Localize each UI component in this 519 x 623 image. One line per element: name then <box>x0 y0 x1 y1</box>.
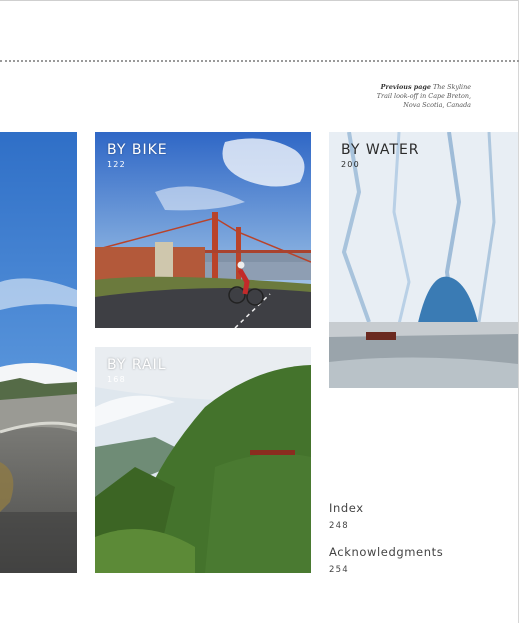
caption-text-2: Trail look-off in Cape Breton, <box>376 92 471 100</box>
caption-text-1: The Skyline <box>430 83 471 91</box>
toc-title: Acknowledgments <box>329 545 444 559</box>
toc-entry-acknowledgments[interactable]: Acknowledgments 254 <box>329 545 443 575</box>
section-page: 200 <box>341 160 360 169</box>
photo-caption: Previous page The Skyline Trail look-off… <box>341 83 471 110</box>
toc-entry-index[interactable]: Index 248 <box>329 501 364 531</box>
water-photo[interactable]: BY WATER 200 <box>329 132 518 388</box>
toc-page: 254 <box>329 565 349 575</box>
road-photo[interactable] <box>0 132 77 573</box>
section-title: BY BIKE <box>107 142 168 158</box>
section-title: BY RAIL <box>107 357 167 373</box>
toc-title: Index <box>329 501 364 515</box>
section-page: 168 <box>107 375 126 384</box>
section-label-water: BY WATER 200 <box>341 142 420 169</box>
rail-photo[interactable]: BY RAIL 168 <box>95 347 311 573</box>
section-label-bike: BY BIKE 122 <box>107 142 168 169</box>
caption-text-3: Nova Scotia, Canada <box>403 101 471 109</box>
bike-photo[interactable]: BY BIKE 122 <box>95 132 311 328</box>
section-title: BY WATER <box>341 142 420 158</box>
section-label-rail: BY RAIL 168 <box>107 357 167 384</box>
page-top-border <box>0 0 519 1</box>
section-page: 122 <box>107 160 126 169</box>
caption-lead: Previous page <box>380 83 431 91</box>
dotted-divider <box>0 60 519 62</box>
toc-page: 248 <box>329 521 349 531</box>
